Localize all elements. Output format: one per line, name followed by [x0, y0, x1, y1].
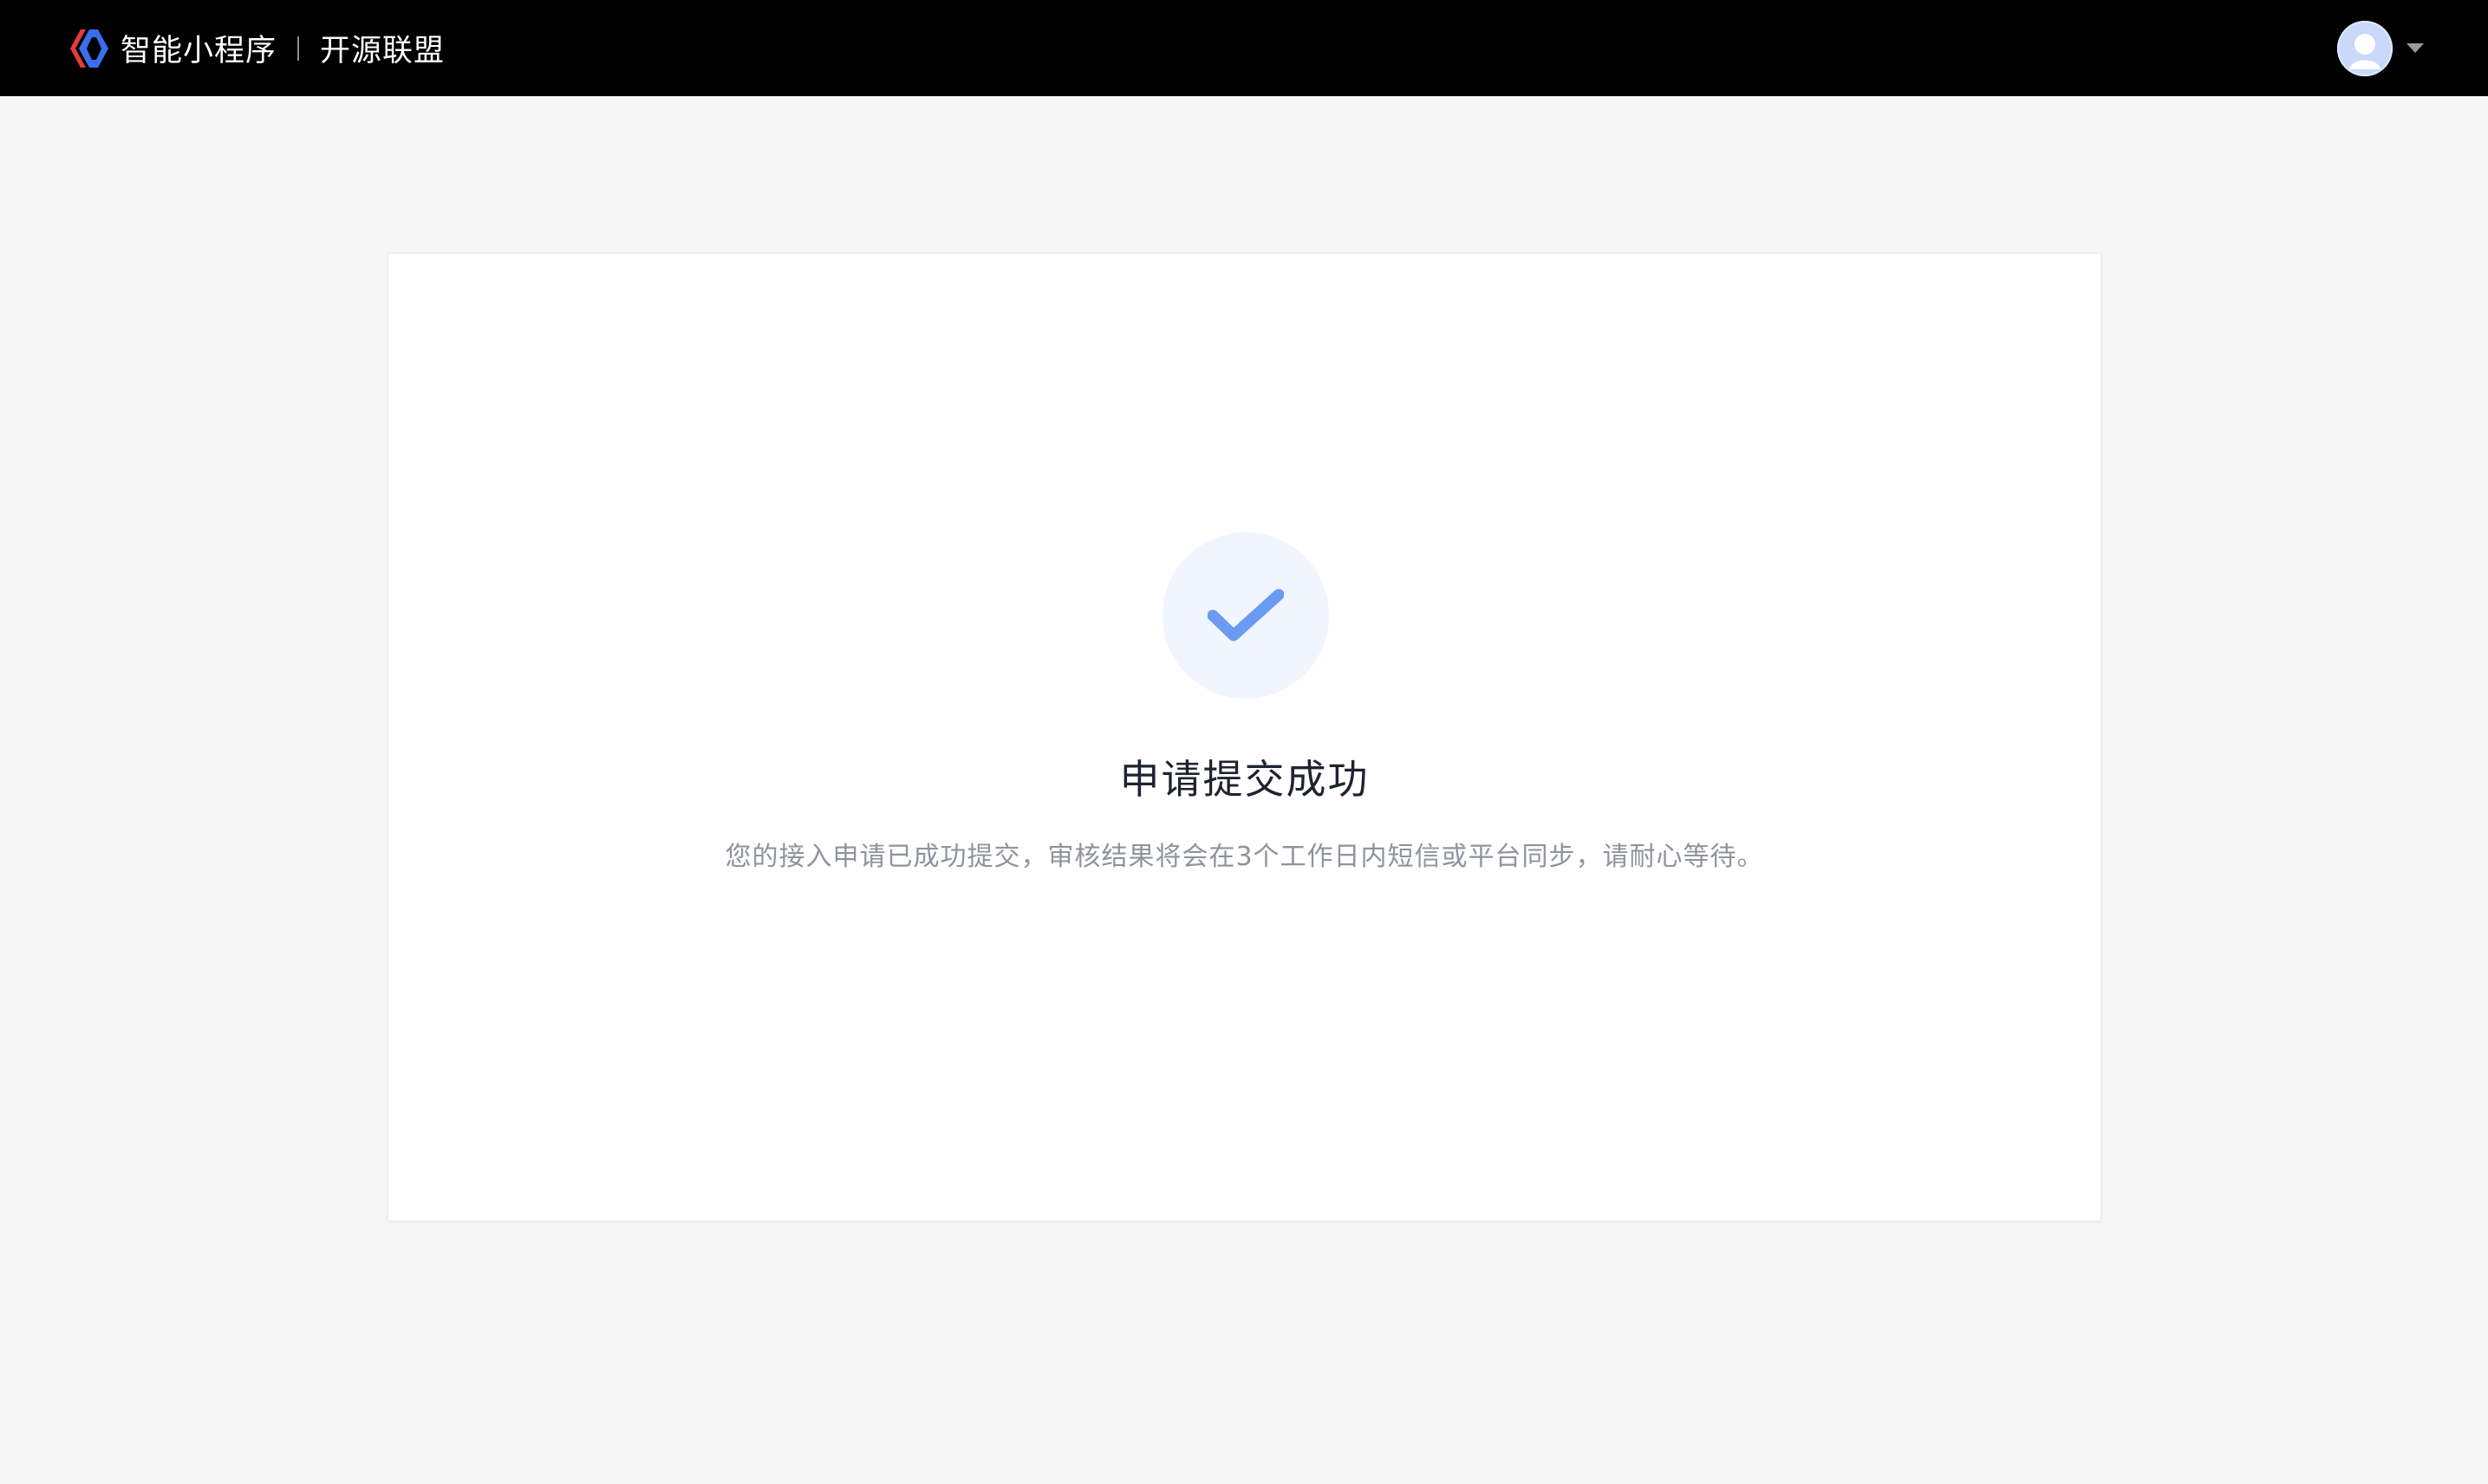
success-status	[1163, 532, 1329, 699]
brand-subtitle: 开源联盟	[320, 34, 446, 68]
top-navigation-bar: 智能小程序 开源联盟	[0, 0, 2488, 96]
result-title: 申请提交成功	[1119, 756, 1370, 803]
brand-divider	[297, 36, 300, 61]
brand-name: 智能小程序	[120, 34, 277, 68]
result-description: 您的接入申请已成功提交，审核结果将会在3个工作日内短信或平台同步，请耐心等待。	[725, 842, 1764, 872]
brand[interactable]: 智能小程序 开源联盟	[63, 0, 445, 96]
user-avatar-icon[interactable]	[2337, 20, 2393, 76]
swan-logo-icon	[70, 29, 108, 68]
user-menu[interactable]	[2337, 0, 2424, 96]
result-card: 申请提交成功 您的接入申请已成功提交，审核结果将会在3个工作日内短信或平台同步，…	[388, 253, 2101, 1221]
check-icon	[1208, 589, 1284, 641]
caret-down-icon[interactable]	[2407, 43, 2424, 53]
